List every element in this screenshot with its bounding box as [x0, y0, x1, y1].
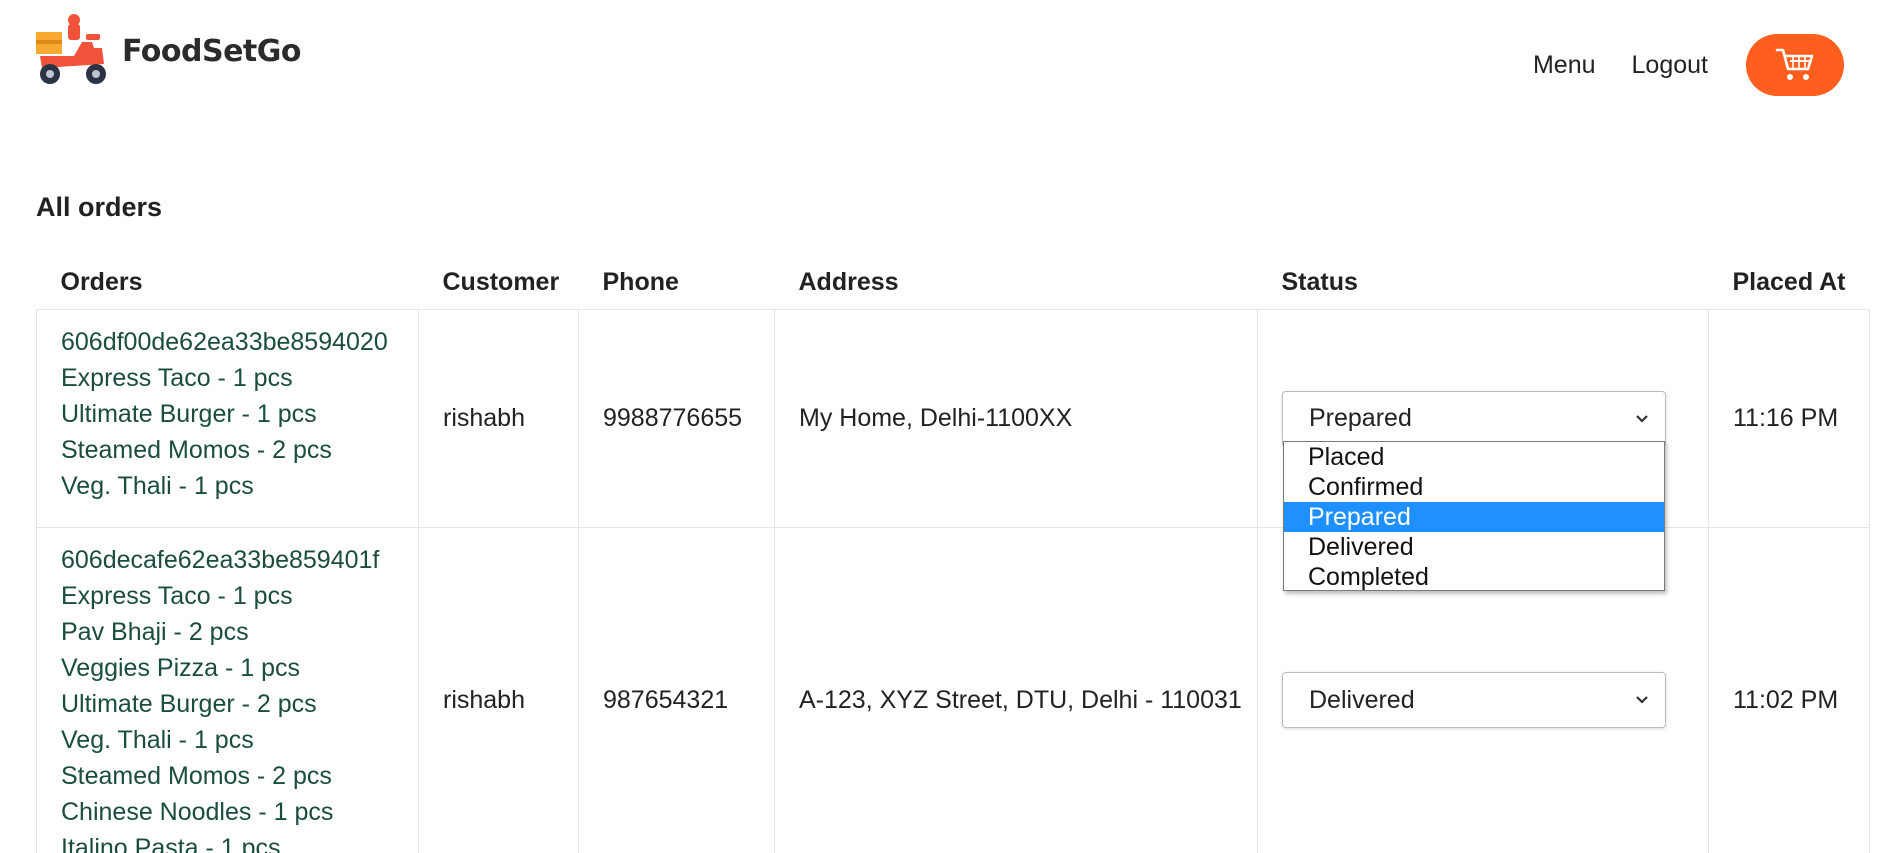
order-item: Steamed Momos - 2 pcs — [61, 762, 332, 790]
status-option-completed[interactable]: Completed — [1284, 562, 1664, 590]
phone-cell: 9988776655 — [578, 309, 775, 528]
phone-cell: 987654321 — [578, 527, 775, 853]
chevron-down-icon — [1636, 414, 1648, 423]
order-cell: 606decafe62ea33be859401f Express Taco - … — [36, 527, 419, 853]
order-id-link[interactable]: 606df00de62ea33be8594020 — [61, 324, 418, 360]
scooter-logo-icon — [36, 14, 106, 84]
header-address: Address — [798, 267, 899, 296]
status-dropdown-list: Placed Confirmed Prepared Delivered Comp… — [1283, 441, 1665, 591]
logo[interactable]: FoodSetGo — [34, 12, 302, 90]
order-item: Ultimate Burger - 1 pcs — [61, 400, 317, 428]
order-item: Steamed Momos - 2 pcs — [61, 436, 332, 464]
status-option-confirmed[interactable]: Confirmed — [1284, 472, 1664, 502]
header-orders: Orders — [60, 267, 143, 296]
orders-page: FoodSetGo Menu Logout All orders Orders … — [0, 0, 1880, 853]
page-title: All orders — [36, 192, 163, 222]
status-select[interactable]: Prepared — [1282, 390, 1666, 447]
header: FoodSetGo Menu Logout — [0, 0, 1880, 104]
address-cell: My Home, Delhi-1100XX — [774, 309, 1258, 528]
customer-cell: rishabh — [418, 309, 579, 528]
nav-menu-link[interactable]: Menu — [1533, 51, 1596, 80]
status-option-prepared[interactable]: Prepared — [1284, 502, 1664, 532]
status-option-delivered[interactable]: Delivered — [1284, 532, 1664, 562]
address-cell: A-123, XYZ Street, DTU, Delhi - 110031 — [774, 527, 1258, 853]
customer-cell: rishabh — [418, 527, 579, 853]
header-status: Status — [1281, 267, 1358, 296]
nav-logout-link[interactable]: Logout — [1632, 51, 1708, 80]
order-id-link[interactable]: 606decafe62ea33be859401f — [61, 542, 418, 578]
order-item: Chinese Noodles - 1 pcs — [61, 798, 334, 826]
top-nav: Menu Logout — [1533, 34, 1844, 96]
placed-at-cell: 11:02 PM — [1708, 527, 1870, 853]
status-select[interactable]: Delivered — [1282, 672, 1666, 728]
order-item: Pav Bhaji - 2 pcs — [61, 618, 249, 646]
placed-at-cell: 11:16 PM — [1708, 309, 1870, 528]
status-option-placed[interactable]: Placed — [1284, 442, 1664, 472]
order-item: Veg. Thali - 1 pcs — [61, 472, 254, 500]
order-item: Express Taco - 1 pcs — [61, 582, 293, 610]
status-select-value: Delivered — [1309, 685, 1415, 714]
status-select-value: Prepared — [1309, 404, 1412, 432]
cart-icon — [1775, 48, 1814, 80]
order-item: Ultimate Burger - 2 pcs — [61, 690, 317, 718]
header-phone: Phone — [602, 267, 679, 296]
header-customer: Customer — [442, 267, 560, 296]
header-placed-at: Placed At — [1732, 267, 1846, 296]
brand-name: FoodSetGo — [122, 33, 302, 69]
order-item: Veggies Pizza - 1 pcs — [61, 654, 301, 682]
table-header-row: Orders Customer Phone Address Status Pla… — [37, 255, 1870, 310]
order-item: Express Taco - 1 pcs — [61, 364, 293, 392]
chevron-down-icon — [1636, 696, 1648, 704]
order-item: Veg. Thali - 1 pcs — [61, 726, 254, 754]
cart-button[interactable] — [1746, 34, 1844, 96]
order-item: Italino Pasta - 1 pcs — [61, 834, 281, 853]
order-cell: 606df00de62ea33be8594020 Express Taco - … — [36, 309, 419, 528]
